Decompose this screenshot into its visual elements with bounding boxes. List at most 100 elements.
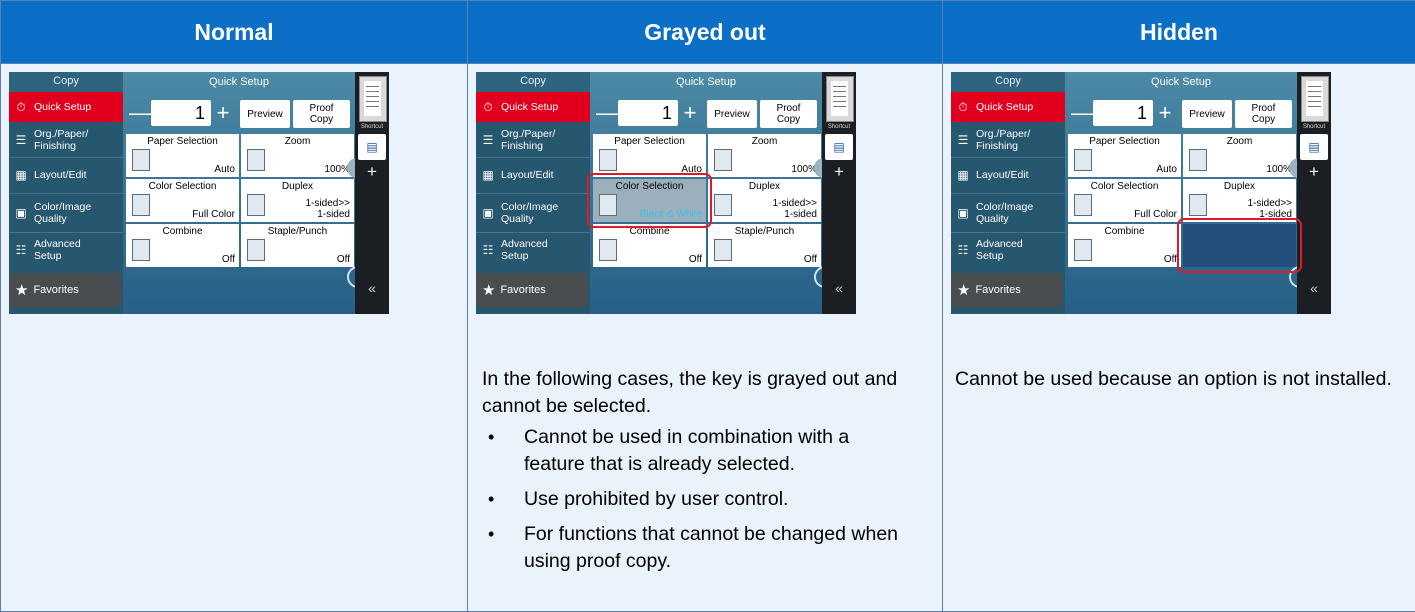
staple-punch-key[interactable]: Staple/Punch Off (708, 224, 821, 267)
color-image-quality-button[interactable]: ▣ Color/ImageQuality (9, 196, 123, 230)
zoom-key[interactable]: Zoom 100% (1183, 134, 1296, 177)
cell-normal: Copy ⏱Quick Setup ☰ Org./Paper/Finishing… (1, 64, 468, 612)
proof-copy-button[interactable]: ProofCopy (293, 100, 350, 128)
collapse-icon[interactable]: « (1297, 280, 1331, 296)
quick-setup-title: Quick Setup (123, 72, 355, 92)
header-normal: Normal (1, 1, 468, 64)
image-icon: ▣ (955, 206, 971, 220)
add-shortcut-button[interactable]: + (355, 162, 389, 182)
favorites-button[interactable]: ★Favorites (9, 273, 121, 307)
paper-tray-icon (1074, 149, 1092, 171)
favorites-button[interactable]: ★Favorites (476, 273, 588, 307)
quick-setup-panel: Quick Setup — 1 + Preview ProofCopy Pape… (123, 72, 355, 314)
count-field[interactable]: 1 (1093, 100, 1153, 126)
duplex-icon (247, 194, 265, 216)
left-panel: Copy ⏱Quick Setup ☰ Org./Paper/Finishing… (476, 72, 590, 314)
minus-button[interactable]: — (1071, 100, 1093, 126)
zoom-key[interactable]: Zoom 100% (708, 134, 821, 177)
duplex-key[interactable]: Duplex 1-sided>>1-sided (241, 179, 354, 222)
count-field[interactable]: 1 (151, 100, 211, 126)
bullet-icon: • (488, 521, 494, 548)
header-grayed-out: Grayed out (468, 1, 943, 64)
advanced-setup-button[interactable]: ☷ AdvancedSetup (951, 234, 1065, 266)
quick-setup-button[interactable]: ⏱Quick Setup (476, 92, 590, 122)
highlight-box (587, 173, 712, 228)
plus-button[interactable]: + (1153, 100, 1177, 126)
quick-setup-button[interactable]: ⏱Quick Setup (9, 92, 123, 122)
layout-icon: ▦ (955, 168, 971, 182)
quick-setup-panel: Quick Setup — 1 + Preview ProofCopy Pape… (1065, 72, 1297, 314)
color-image-quality-button[interactable]: ▣ Color/ImageQuality (951, 196, 1065, 230)
duplex-icon (714, 194, 732, 216)
count-field[interactable]: 1 (618, 100, 678, 126)
proof-copy-button[interactable]: ProofCopy (760, 100, 817, 128)
collapse-icon[interactable]: « (822, 280, 856, 296)
color-selection-key[interactable]: Color Selection Full Color (1068, 179, 1181, 222)
quick-setup-title: Quick Setup (1065, 72, 1297, 92)
staple-punch-key[interactable]: Staple/Punch Off (241, 224, 354, 267)
right-panel: Shortcut ▤ + « (822, 72, 856, 314)
combine-key[interactable]: Combine Off (1068, 224, 1181, 267)
preview-thumbnail[interactable] (1301, 76, 1329, 122)
list-item: •For functions that cannot be changed wh… (482, 521, 912, 575)
advanced-setup-button[interactable]: ☷ AdvancedSetup (9, 234, 123, 266)
copy-count-stepper[interactable]: — 1 + (596, 98, 714, 128)
preview-button[interactable]: Preview (1182, 100, 1232, 128)
shortcut-label: Shortcut (822, 124, 856, 130)
preview-thumbnail[interactable] (826, 76, 854, 122)
duplex-key[interactable]: Duplex 1-sided>>1-sided (708, 179, 821, 222)
preview-button[interactable]: Preview (240, 100, 290, 128)
minus-button[interactable]: — (596, 100, 618, 126)
add-shortcut-button[interactable]: + (1297, 162, 1331, 182)
duplex-key[interactable]: Duplex 1-sided>>1-sided (1183, 179, 1296, 222)
paper-stack-icon: ☰ (480, 133, 496, 147)
org-paper-finishing-button[interactable]: ☰ Org./Paper/Finishing (9, 124, 123, 156)
quick-setup-button[interactable]: ⏱Quick Setup (951, 92, 1065, 122)
combine-key[interactable]: Combine Off (126, 224, 239, 267)
favorites-button[interactable]: ★Favorites (951, 273, 1063, 307)
layout-edit-button[interactable]: ▦Layout/Edit (9, 160, 123, 190)
copy-title: Copy (951, 72, 1065, 92)
left-panel: Copy ⏱Quick Setup ☰ Org./Paper/Finishing… (9, 72, 123, 314)
collapse-icon[interactable]: « (355, 280, 389, 296)
paper-selection-key[interactable]: Paper Selection Auto (593, 134, 706, 177)
star-icon: ★ (15, 281, 28, 299)
plus-button[interactable]: + (678, 100, 702, 126)
image-icon: ▣ (13, 206, 29, 220)
advanced-setup-button[interactable]: ☷ AdvancedSetup (476, 234, 590, 266)
preview-thumbnail[interactable] (359, 76, 387, 122)
color-selection-key[interactable]: Color Selection Full Color (126, 179, 239, 222)
staple-icon (714, 239, 732, 261)
grayed-intro: In the following cases, the key is graye… (482, 366, 912, 420)
paper-selection-key[interactable]: Paper Selection Auto (1068, 134, 1181, 177)
plus-button[interactable]: + (211, 100, 235, 126)
add-shortcut-button[interactable]: + (822, 162, 856, 182)
shortcut-icon[interactable]: ▤ (825, 134, 853, 160)
combine-key[interactable]: Combine Off (593, 224, 706, 267)
highlight-box (1177, 218, 1302, 273)
paper-selection-key[interactable]: Paper Selection Auto (126, 134, 239, 177)
layout-edit-button[interactable]: ▦Layout/Edit (476, 160, 590, 190)
zoom-key[interactable]: Zoom 100% (241, 134, 354, 177)
shortcut-icon[interactable]: ▤ (358, 134, 386, 160)
preview-button[interactable]: Preview (707, 100, 757, 128)
org-paper-finishing-button[interactable]: ☰ Org./Paper/Finishing (951, 124, 1065, 156)
list-settings-icon: ☷ (480, 243, 496, 257)
copy-count-stepper[interactable]: — 1 + (129, 98, 247, 128)
minus-button[interactable]: — (129, 100, 151, 126)
cell-hidden: Copy ⏱Quick Setup ☰ Org./Paper/Finishing… (943, 64, 1415, 612)
star-icon: ★ (957, 281, 970, 299)
timer-icon: ⏱ (480, 100, 496, 114)
shortcut-label: Shortcut (1297, 124, 1331, 130)
proof-copy-button[interactable]: ProofCopy (1235, 100, 1292, 128)
right-panel: Shortcut ▤ + « (355, 72, 389, 314)
timer-icon: ⏱ (13, 100, 29, 114)
combine-icon (599, 239, 617, 261)
shortcut-icon[interactable]: ▤ (1300, 134, 1328, 160)
color-image-quality-button[interactable]: ▣ Color/ImageQuality (476, 196, 590, 230)
org-paper-finishing-button[interactable]: ☰ Org./Paper/Finishing (476, 124, 590, 156)
zoom-icon (1189, 149, 1207, 171)
layout-edit-button[interactable]: ▦Layout/Edit (951, 160, 1065, 190)
copy-count-stepper[interactable]: — 1 + (1071, 98, 1189, 128)
comparison-table: Normal Grayed out Hidden Copy ⏱Quick Set… (0, 0, 1415, 612)
